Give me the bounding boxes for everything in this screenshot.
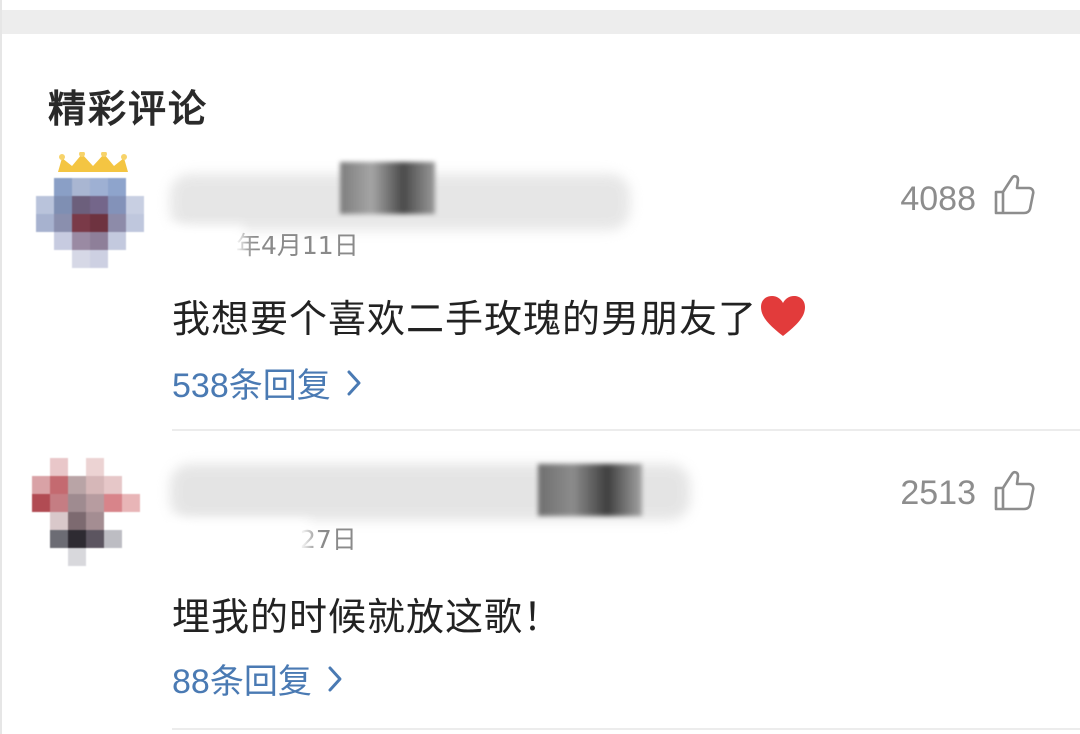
heart-icon xyxy=(761,296,806,336)
chevron-right-icon xyxy=(347,370,361,395)
replies-label: 538条回复 xyxy=(172,367,331,405)
like-count: 2513 xyxy=(900,474,976,512)
view-replies-link[interactable]: 538条回复 xyxy=(172,358,363,407)
comment-content: 埋我的时候就放这歌！ xyxy=(172,586,562,641)
date-blur-mask xyxy=(164,520,310,556)
comment-date: 年4月11日 xyxy=(236,231,359,260)
user-badge-blurred xyxy=(538,464,642,516)
user-badge-blurred xyxy=(340,162,435,214)
date-blur-mask xyxy=(164,226,244,262)
thumbs-up-icon[interactable] xyxy=(990,466,1038,514)
view-replies-link[interactable]: 88条回复 xyxy=(172,654,344,703)
comment-content: 我想要个喜欢二手玫瑰的男朋友了 xyxy=(172,288,807,343)
divider xyxy=(172,728,1080,730)
like-count: 4088 xyxy=(900,180,976,218)
top-separator-band xyxy=(0,10,1080,34)
comment-text: 埋我的时候就放这歌！ xyxy=(172,595,563,639)
comment-item: 27日 2513 埋我的时候就放这歌！ 88条回复 xyxy=(0,434,1080,734)
chevron-right-icon xyxy=(328,666,342,691)
avatar[interactable] xyxy=(32,458,144,570)
comment-item: 年4月11日 4088 我想要个喜欢二手玫瑰的男朋友了 538条回复 xyxy=(0,140,1080,431)
top-separator xyxy=(0,0,1080,34)
avatar[interactable] xyxy=(36,178,148,290)
thumbs-up-icon[interactable] xyxy=(990,170,1038,218)
comment-text: 我想要个喜欢二手玫瑰的男朋友了 xyxy=(172,297,758,341)
crown-icon xyxy=(58,152,128,172)
replies-label: 88条回复 xyxy=(172,663,312,701)
divider xyxy=(172,429,1080,431)
section-title: 精彩评论 xyxy=(48,87,209,131)
